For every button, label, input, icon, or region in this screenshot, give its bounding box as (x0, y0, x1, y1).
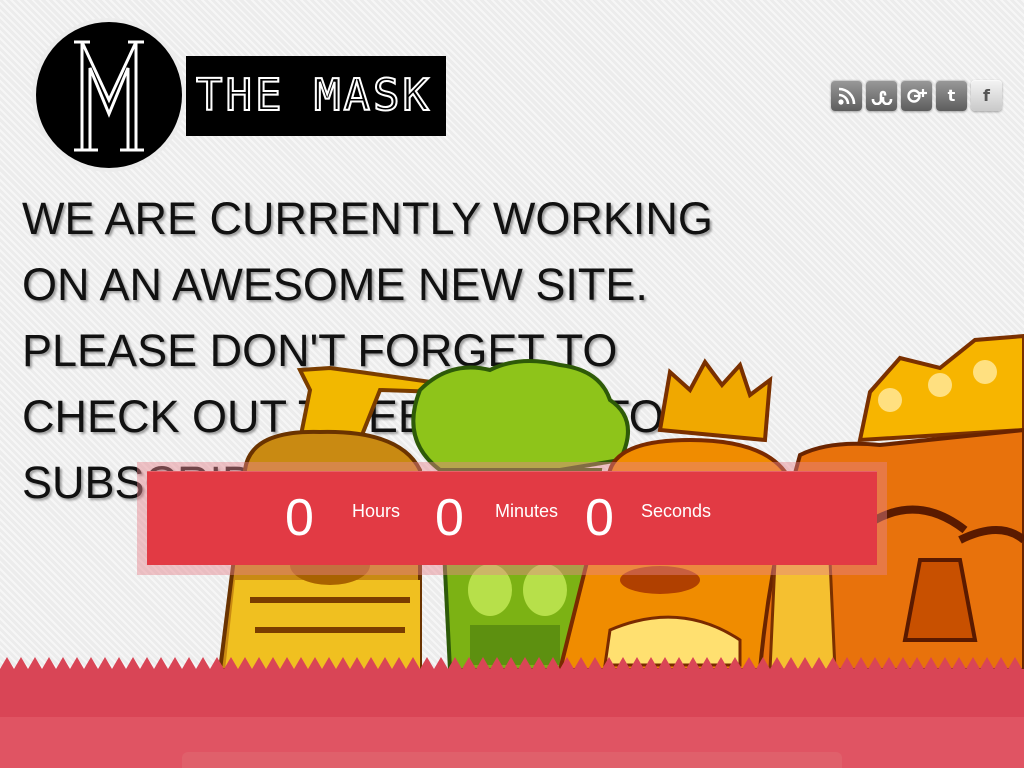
countdown-seconds-label: Seconds (641, 501, 712, 521)
twitter-glyph: t (947, 86, 956, 105)
stumbleupon-icon[interactable] (866, 80, 897, 111)
facebook-glyph: f (983, 86, 990, 105)
countdown-seconds-value: 0 (585, 489, 614, 547)
facebook-icon[interactable]: f (971, 80, 1002, 111)
countdown-minutes-value: 0 (435, 489, 464, 547)
social-icons: t f (831, 80, 1002, 112)
countdown-timer: 0 Hours 0 Minutes 0 Seconds (147, 471, 877, 565)
countdown-hours-label: Hours (352, 501, 401, 521)
countdown-minutes-label: Minutes (495, 501, 559, 521)
rss-icon[interactable] (831, 80, 862, 111)
twitter-icon[interactable]: t (936, 80, 967, 111)
monogram-m-icon (74, 40, 144, 152)
countdown-hours-value: 0 (285, 489, 314, 547)
bottom-subscribe-panel (182, 752, 842, 768)
logo-monogram-circle (36, 22, 182, 168)
logo-wordmark: THE MASK (195, 69, 432, 122)
googleplus-icon[interactable] (901, 80, 932, 111)
site-logo[interactable]: THE MASK (36, 22, 448, 168)
